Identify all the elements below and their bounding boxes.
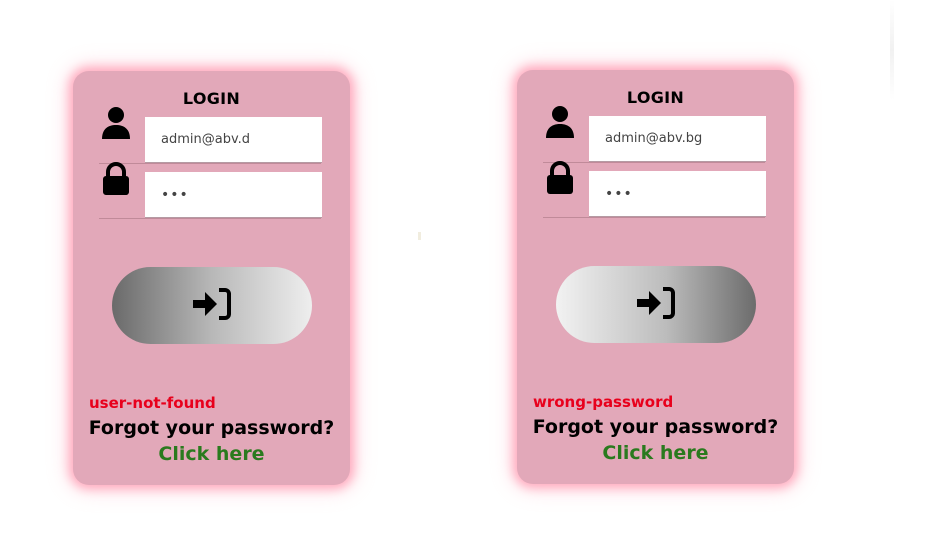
password-divider bbox=[99, 218, 321, 219]
lock-icon bbox=[100, 161, 132, 197]
email-field[interactable] bbox=[145, 117, 322, 163]
login-card-right: LOGIN wrong-password Forgot your passwor… bbox=[517, 70, 794, 484]
forgot-password-text: Forgot your password? bbox=[532, 416, 779, 438]
login-button[interactable] bbox=[556, 266, 756, 343]
background-artifact-line bbox=[890, 0, 894, 100]
background-artifact-dot bbox=[418, 232, 421, 240]
user-icon bbox=[100, 106, 132, 142]
password-field[interactable] bbox=[589, 171, 766, 217]
password-field[interactable] bbox=[145, 172, 322, 218]
email-field[interactable] bbox=[589, 116, 766, 162]
error-message: user-not-found bbox=[89, 394, 216, 412]
login-card-left: LOGIN user-not-found Forgot your passwor… bbox=[73, 71, 350, 485]
error-message: wrong-password bbox=[533, 393, 674, 411]
email-divider bbox=[99, 163, 321, 164]
login-button[interactable] bbox=[112, 267, 312, 344]
forgot-password-text: Forgot your password? bbox=[88, 417, 335, 439]
sign-in-icon bbox=[635, 285, 677, 324]
password-divider bbox=[543, 217, 765, 218]
user-icon bbox=[544, 105, 576, 141]
reset-password-link[interactable]: Click here bbox=[517, 442, 794, 464]
email-divider bbox=[543, 162, 765, 163]
lock-icon bbox=[544, 160, 576, 196]
sign-in-icon bbox=[191, 286, 233, 325]
reset-password-link[interactable]: Click here bbox=[73, 443, 350, 465]
